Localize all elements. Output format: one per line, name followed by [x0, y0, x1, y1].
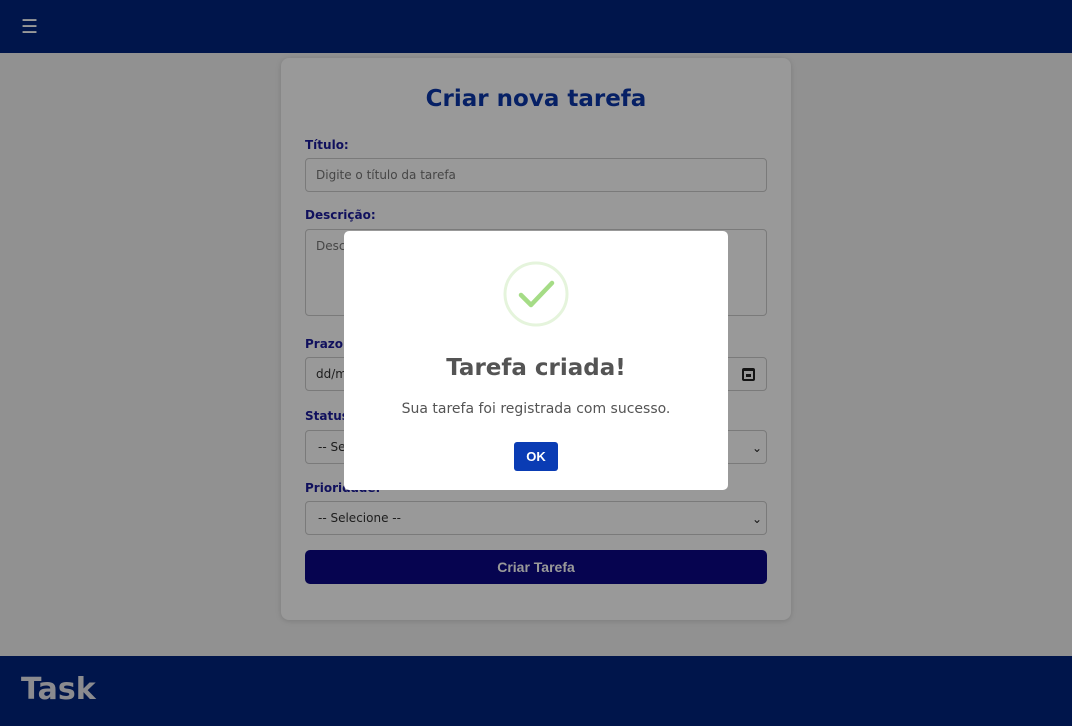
ok-button[interactable]: OK: [514, 442, 558, 471]
dialog-title: Tarefa criada!: [446, 355, 626, 381]
dialog-message: Sua tarefa foi registrada com sucesso.: [401, 401, 671, 417]
success-dialog: Tarefa criada! Sua tarefa foi registrada…: [344, 231, 728, 490]
success-check-icon: [503, 261, 569, 327]
